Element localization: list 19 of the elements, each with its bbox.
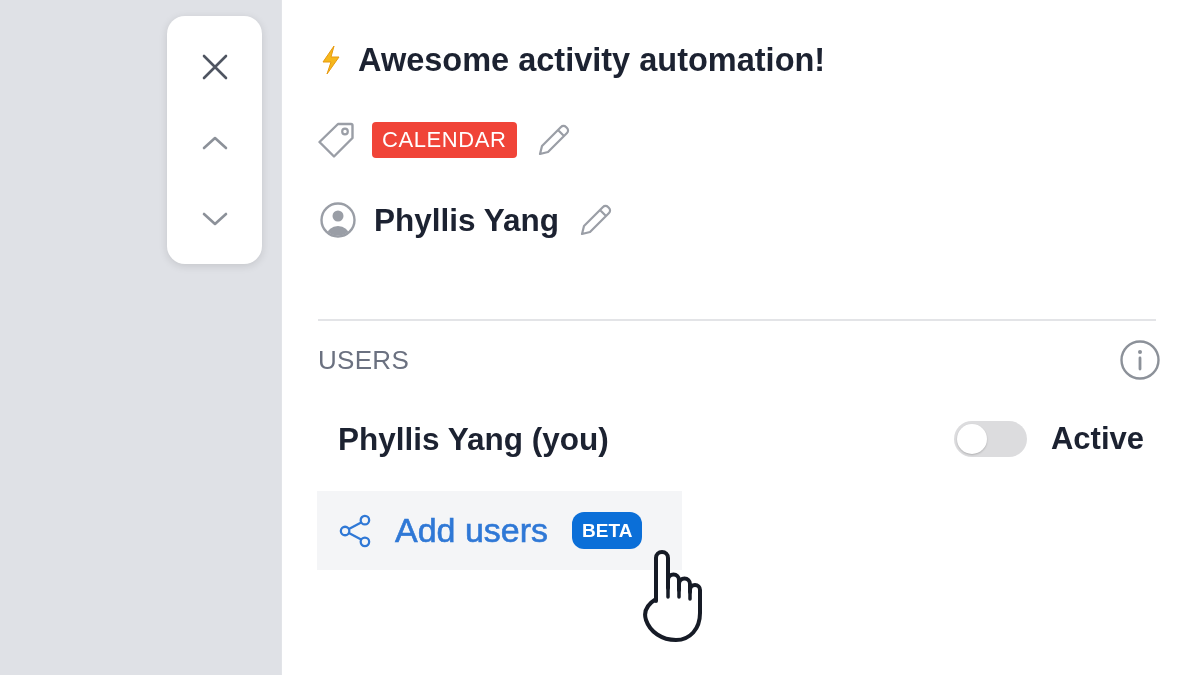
pencil-icon[interactable] (536, 123, 571, 157)
beta-badge: BETA (572, 512, 643, 549)
info-icon[interactable] (1120, 340, 1160, 380)
tag-icon (318, 122, 354, 158)
lightning-icon (320, 45, 342, 75)
chevron-down-icon (201, 212, 228, 226)
add-users-button[interactable]: Add users BETA (317, 491, 682, 570)
status-label: Active (1050, 420, 1144, 458)
owner-name: Phyllis Yang (374, 201, 559, 240)
section-heading: USERS (318, 344, 410, 376)
calendar-tag: CALENDAR (372, 122, 517, 158)
toggle-switch[interactable] (953, 421, 1027, 457)
user-name: Phyllis Yang (you) (338, 420, 609, 459)
close-icon (201, 54, 228, 80)
activity-title: Awesome activity automation! (358, 41, 826, 80)
share-icon (338, 512, 372, 549)
chevron-up-icon (201, 136, 228, 150)
pencil-icon[interactable] (579, 203, 613, 237)
user-circle-icon (320, 202, 356, 238)
